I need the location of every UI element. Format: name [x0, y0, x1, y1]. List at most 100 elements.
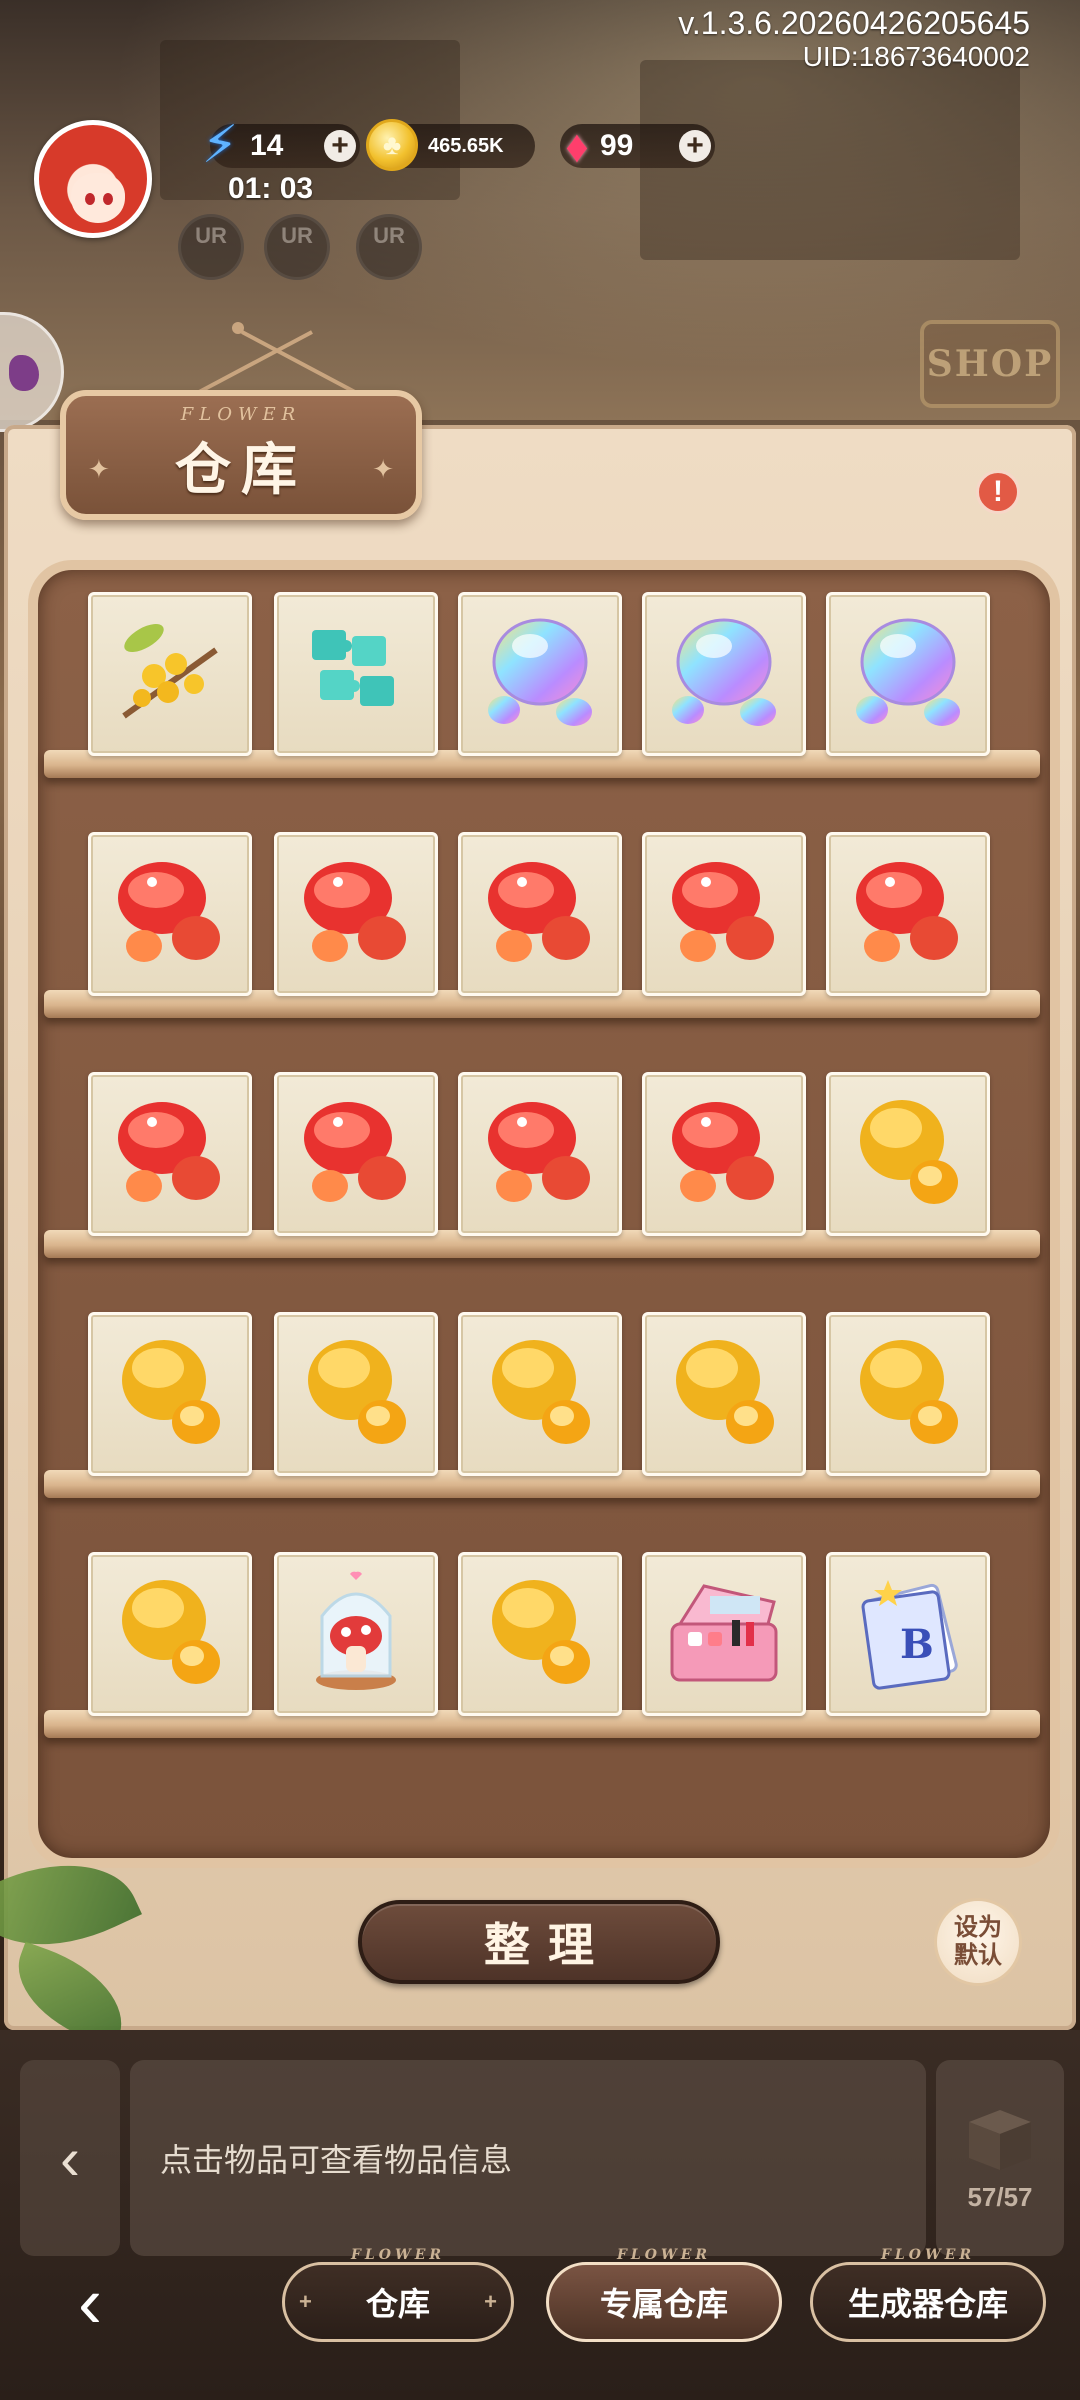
tab-generator-storage[interactable]: FLOWER 生成器仓库 — [810, 2247, 1046, 2342]
sort-button[interactable]: 整理 — [358, 1900, 720, 1984]
tab-exclusive-storage[interactable]: FLOWER 专属仓库 — [546, 2247, 782, 2342]
osmanthus-flower-icon — [104, 606, 236, 743]
set-default-button[interactable]: 设为 默认 — [934, 1898, 1022, 1986]
rainbow-crystal-icon — [658, 606, 790, 743]
svg-text:B: B — [900, 1621, 934, 1668]
ur-slot[interactable]: UR — [356, 214, 422, 280]
storage-slot[interactable] — [274, 832, 438, 996]
alert-icon[interactable]: ! — [976, 470, 1020, 514]
storage-slot[interactable] — [642, 832, 806, 996]
amber-gem-icon — [474, 1326, 606, 1463]
storage-slot[interactable] — [88, 1072, 252, 1236]
page-title: 仓库 — [175, 437, 307, 503]
shop-sign: SHOP — [920, 320, 1060, 408]
storage-slot[interactable] — [274, 592, 438, 756]
amber-gem-icon — [104, 1326, 236, 1463]
red-gem-icon — [474, 1086, 606, 1223]
capacity-indicator[interactable]: 57/57 — [936, 2060, 1064, 2256]
storage-slot[interactable] — [88, 1552, 252, 1716]
set-default-label-2: 默认 — [954, 1942, 1002, 1969]
storage-slot[interactable] — [826, 1072, 990, 1236]
chevron-left-icon: ‹ — [60, 2124, 80, 2192]
storage-slot[interactable] — [88, 592, 252, 756]
storage-slot[interactable] — [458, 592, 622, 756]
uid-text: UID:18673640002 — [802, 41, 1030, 72]
rainbow-crystal-icon — [842, 606, 974, 743]
red-gem-icon — [104, 1086, 236, 1223]
item-info-hint: 点击物品可查看物品信息 — [160, 2142, 513, 2178]
storage-slot[interactable] — [274, 1072, 438, 1236]
storage-slot[interactable] — [642, 1312, 806, 1476]
red-gem-icon — [842, 846, 974, 983]
red-gem-icon — [104, 846, 236, 983]
tab-star-icon: + — [484, 2289, 497, 2314]
red-gem-icon — [290, 1086, 422, 1223]
makeup-case-icon — [658, 1566, 790, 1703]
tab-flower-deco: FLOWER — [350, 2247, 446, 2263]
avatar-face — [71, 173, 125, 223]
storage-slot[interactable] — [826, 832, 990, 996]
amber-gem-icon — [658, 1326, 790, 1463]
chevron-left-icon: ‹ — [78, 2263, 102, 2343]
energy-value: 14 — [250, 129, 284, 162]
amber-gem-icon — [290, 1326, 422, 1463]
b-calendar-icon: B — [842, 1566, 974, 1703]
lightning-icon: ⚡ — [201, 116, 239, 174]
red-gem-icon — [290, 846, 422, 983]
diamond-icon: ♦ — [565, 120, 589, 172]
tab-storage[interactable]: FLOWER + 仓库 + — [282, 2247, 514, 2342]
mushroom-glass-dome-icon — [290, 1566, 422, 1703]
tab-flower-deco: FLOWER — [616, 2247, 712, 2263]
storage-slot[interactable] — [826, 1312, 990, 1476]
avatar-eye-right — [103, 193, 113, 205]
plaque-star-icon: ✦ — [372, 454, 394, 484]
avatar-eye-left — [85, 193, 95, 205]
tab-star-icon: + — [299, 2289, 312, 2314]
plaque-star-icon: ✦ — [88, 454, 110, 484]
red-gem-icon — [658, 1086, 790, 1223]
storage-slot[interactable] — [274, 1552, 438, 1716]
storage-slot[interactable] — [458, 1312, 622, 1476]
storage-slot[interactable] — [458, 1072, 622, 1236]
amber-gem-icon — [104, 1566, 236, 1703]
storage-slot[interactable] — [458, 1552, 622, 1716]
amber-gem-icon — [842, 1086, 974, 1223]
storage-slot[interactable] — [826, 592, 990, 756]
storage-slot[interactable] — [88, 832, 252, 996]
energy-timer: 01: 03 — [228, 172, 314, 205]
storage-slot[interactable] — [642, 1552, 806, 1716]
gem-counter: ♦ 99 + — [560, 120, 715, 172]
amber-gem-icon — [474, 1566, 606, 1703]
version-info: v.1.3.6.20260426205645 UID:18673640002 — [678, 6, 1030, 74]
coin-value: 465.65K — [428, 134, 504, 157]
title-plaque: FLOWER 仓库 ✦ ✦ — [60, 390, 422, 520]
back-button[interactable]: ‹ — [60, 2263, 120, 2343]
gem-value: 99 — [600, 129, 634, 162]
ur-slot[interactable]: UR — [264, 214, 330, 280]
storage-slot[interactable] — [274, 1312, 438, 1476]
plaque-subtitle: FLOWER — [180, 404, 302, 425]
rainbow-crystal-icon — [474, 606, 606, 743]
storage-slot[interactable] — [88, 1312, 252, 1476]
storage-slot[interactable] — [642, 1072, 806, 1236]
tab-exclusive-storage-label: 专属仓库 — [599, 2286, 728, 2322]
coin-counter: ♣ 465.65K — [366, 119, 535, 171]
teal-puzzle-pieces-icon — [290, 606, 422, 743]
collapse-info-button[interactable]: ‹ — [20, 2060, 120, 2256]
add-gems-button[interactable]: + — [679, 130, 711, 162]
tab-flower-deco: FLOWER — [880, 2247, 976, 2263]
set-default-label-1: 设为 — [954, 1914, 1002, 1941]
tab-generator-storage-label: 生成器仓库 — [847, 2286, 1008, 2322]
red-gem-icon — [474, 846, 606, 983]
crate-icon — [969, 2109, 1031, 2170]
amber-gem-icon — [842, 1326, 974, 1463]
plaque-nail — [232, 322, 244, 334]
ur-slot[interactable]: UR — [178, 214, 244, 280]
storage-slot[interactable]: B — [826, 1552, 990, 1716]
storage-slot[interactable] — [642, 592, 806, 756]
add-energy-button[interactable]: + — [324, 130, 356, 162]
player-avatar[interactable] — [34, 120, 152, 238]
capacity-value: 57/57 — [967, 2181, 1033, 2212]
version-text: v.1.3.6.20260426205645 — [678, 5, 1030, 41]
storage-slot[interactable] — [458, 832, 622, 996]
